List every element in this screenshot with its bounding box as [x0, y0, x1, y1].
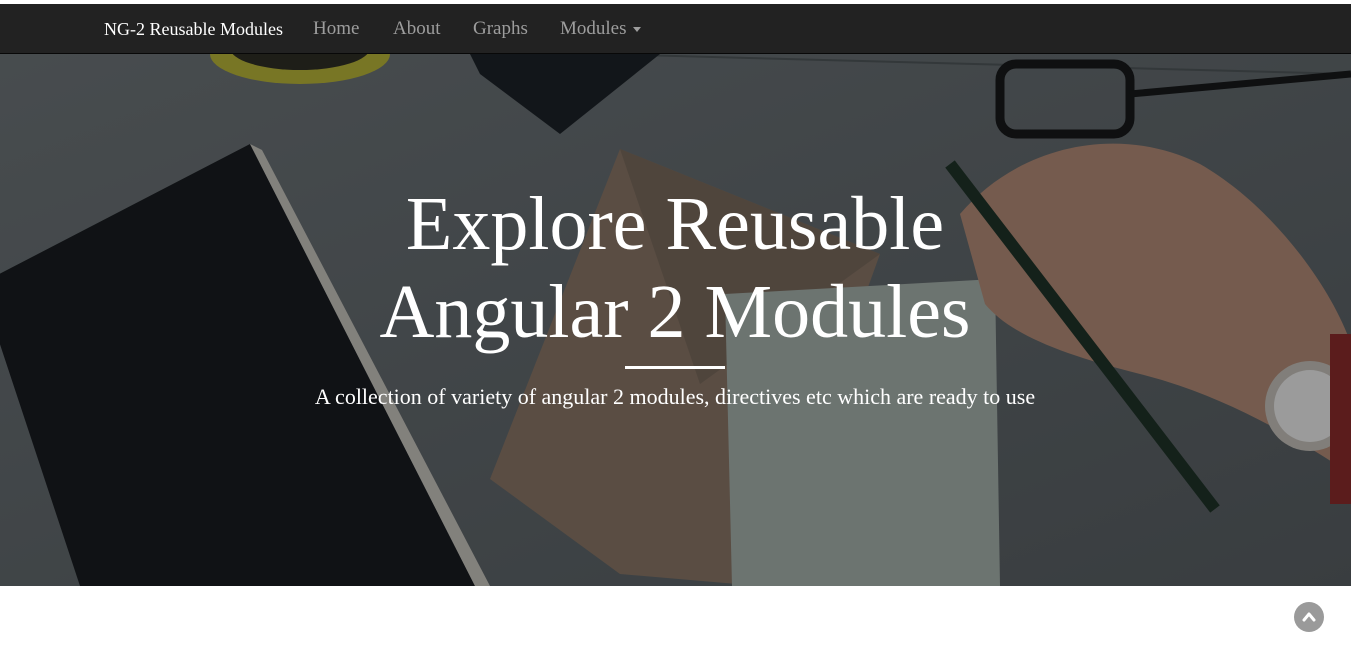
caret-down-icon	[632, 27, 641, 33]
hero-subtitle: A collection of variety of angular 2 mod…	[314, 384, 1036, 409]
hero-title: Explore Reusable Angular 2 Modules	[300, 180, 1050, 356]
hero-section: Explore Reusable Angular 2 Modules A col…	[0, 54, 1351, 586]
hero-title-line-2: Angular 2 Modules	[379, 270, 971, 354]
nav-item-home[interactable]: Home	[313, 4, 359, 54]
navbar: NG-2 Reusable Modules Home About Graphs …	[0, 4, 1351, 54]
hero-divider	[625, 366, 725, 369]
nav-item-modules-label: Modules	[560, 18, 627, 39]
scroll-to-top-button[interactable]	[1294, 602, 1324, 632]
chevron-up-icon	[1302, 612, 1316, 622]
hero-title-line-1: Explore Reusable	[405, 182, 945, 266]
navbar-brand[interactable]: NG-2 Reusable Modules	[104, 4, 283, 54]
nav-item-about[interactable]: About	[393, 4, 441, 54]
hero-content: Explore Reusable Angular 2 Modules A col…	[0, 54, 1351, 586]
nav-item-modules-dropdown[interactable]: Modules	[560, 4, 641, 54]
nav-item-graphs[interactable]: Graphs	[473, 4, 528, 54]
